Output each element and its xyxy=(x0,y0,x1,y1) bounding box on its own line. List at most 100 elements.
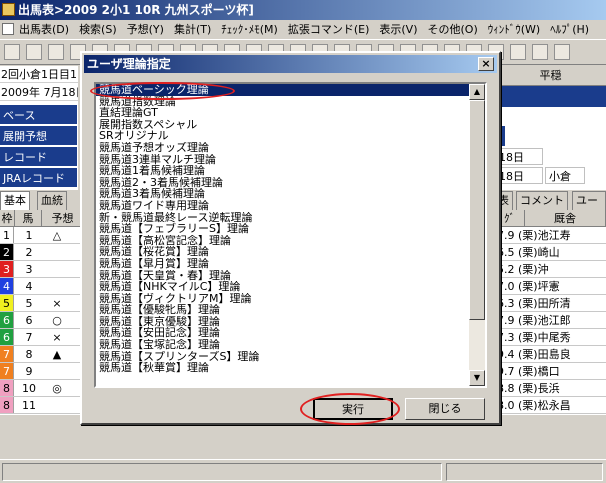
close-button[interactable]: 閉じる xyxy=(405,398,485,420)
yoso-cell[interactable]: ◎ xyxy=(44,380,70,397)
menu-bar: 出馬表(D) 検索(S) 予想(Y) 集計(T) ﾁｪｯｸ･ﾒﾓ(M) 拡張コマンド(E)… xyxy=(0,20,606,39)
waku-cell: 6 xyxy=(0,312,14,328)
yoso-cell[interactable]: ▲ xyxy=(44,346,70,363)
menu-item[interactable]: 出馬表(D) xyxy=(14,20,74,38)
table-row[interactable]: 5.2 (栗)沖 xyxy=(495,261,606,278)
list-item[interactable]: 競馬道【スプリンターズS】理論 xyxy=(96,351,469,363)
waku-cell: 8 xyxy=(0,397,14,413)
table-row[interactable]: 7.0 (栗)坪憲 xyxy=(495,278,606,295)
table-row[interactable]: 6 7 × xyxy=(0,329,84,346)
yoso-cell[interactable]: × xyxy=(44,329,70,346)
list-item[interactable]: 競馬道【天皇賞・春】理論 xyxy=(96,270,469,282)
base-button[interactable]: ベース xyxy=(0,104,78,125)
column-header-waku[interactable]: 枠 xyxy=(0,210,15,227)
list-item[interactable]: 競馬道予想オッズ理論 xyxy=(96,142,469,154)
yoso-cell[interactable]: × xyxy=(44,295,70,312)
table-row[interactable]: 6.3 (栗)田所清 xyxy=(495,295,606,312)
document-icon[interactable] xyxy=(2,23,14,35)
table-row[interactable]: 8.0 (栗)松永昌 xyxy=(495,397,606,414)
table-row[interactable]: 44 xyxy=(0,278,84,295)
vertical-scrollbar[interactable]: ▲ ▼ xyxy=(469,84,485,386)
list-item[interactable]: 競馬道【高松宮記念】理論 xyxy=(96,235,469,247)
scroll-down-icon[interactable]: ▼ xyxy=(469,370,485,386)
table-row[interactable]: 6 6 ○ xyxy=(0,312,84,329)
tab-comment[interactable]: コメント xyxy=(516,191,568,210)
list-item[interactable]: 競馬道2・3着馬候補理論 xyxy=(96,177,469,189)
menu-item[interactable]: ｳｨﾝﾄﾞｳ(W) xyxy=(483,20,545,38)
status-pane xyxy=(446,463,603,481)
list-item[interactable]: 競馬道【宝塚記念】理論 xyxy=(96,339,469,351)
toolbar-button-icon[interactable] xyxy=(554,44,570,60)
menu-item[interactable]: 表示(V) xyxy=(374,20,422,38)
toolbar-button-icon[interactable] xyxy=(4,44,20,60)
list-item[interactable]: 競馬道ワイド専用理論 xyxy=(96,200,469,212)
toolbar-button-icon[interactable] xyxy=(48,44,64,60)
toolbar-button-icon[interactable] xyxy=(532,44,548,60)
table-row[interactable]: 7.9 (栗)池江寿 xyxy=(495,227,606,244)
menu-item[interactable]: 検索(S) xyxy=(74,20,122,38)
table-row[interactable]: 7 8 ▲ xyxy=(0,346,84,363)
tab-user[interactable]: ユーザ xyxy=(572,191,606,210)
list-item[interactable]: 競馬道【桜花賞】理論 xyxy=(96,246,469,258)
record-button[interactable]: レコード xyxy=(0,146,78,167)
table-row[interactable]: 9.4 (栗)田島良 xyxy=(495,346,606,363)
table-row[interactable]: 9.7 (栗)橋口 xyxy=(495,363,606,380)
table-row[interactable]: 79 xyxy=(0,363,84,380)
column-header-uma[interactable]: 馬 xyxy=(15,210,42,227)
waku-cell: 2 xyxy=(0,244,14,260)
column-header-stable[interactable]: 厩舎 xyxy=(525,210,606,227)
table-row[interactable]: 22 xyxy=(0,244,84,261)
menu-item[interactable]: その他(O) xyxy=(423,20,483,38)
uma-cell: 6 xyxy=(25,314,33,327)
list-item[interactable]: 競馬道【秋華賞】理論 xyxy=(96,362,469,374)
menu-item[interactable]: ﾍﾙﾌﾟ(H) xyxy=(545,20,594,38)
list-item[interactable]: SRオリジナル xyxy=(96,130,469,142)
list-item[interactable]: 競馬道【皐月賞】理論 xyxy=(96,258,469,270)
table-row[interactable]: 33 xyxy=(0,261,84,278)
dialog-close-button[interactable]: × xyxy=(478,57,494,71)
table-row[interactable]: 8 11 xyxy=(0,397,84,414)
tab-basic[interactable]: 基本 xyxy=(0,191,30,210)
table-row[interactable]: 1 1 △ xyxy=(0,227,84,244)
menu-item[interactable]: 集計(T) xyxy=(169,20,216,38)
list-item[interactable]: 競馬道【フェブラリーS】理論 xyxy=(96,223,469,235)
table-row[interactable]: 7.3 (栗)中尾秀 xyxy=(495,329,606,346)
waku-cell: 7 xyxy=(0,363,14,379)
uma-cell: 2 xyxy=(25,246,33,259)
waku-cell: 8 xyxy=(0,380,14,396)
toolbar-button-icon[interactable] xyxy=(510,44,526,60)
table-row[interactable]: 5 5 × xyxy=(0,295,84,312)
list-item[interactable]: 競馬道3着馬候補理論 xyxy=(96,188,469,200)
scroll-up-icon[interactable]: ▲ xyxy=(469,84,485,100)
tab-pedigree[interactable]: 血統 xyxy=(37,191,67,210)
pace-prediction-button[interactable]: 展開予想 xyxy=(0,125,78,146)
uma-cell: 7 xyxy=(25,331,33,344)
menu-item[interactable]: 拡張コマンド(E) xyxy=(283,20,375,38)
list-item[interactable]: 競馬道【ヴィクトリアM】理論 xyxy=(96,293,469,305)
list-item[interactable]: 新・競馬道最終レース逆転理論 xyxy=(96,212,469,224)
list-item[interactable]: 競馬道【優駿牝馬】理論 xyxy=(96,304,469,316)
list-item[interactable]: 展開指数スペシャル xyxy=(96,119,469,131)
menu-item[interactable]: 予想(Y) xyxy=(122,20,169,38)
table-row[interactable]: 8.8 (栗)長浜 xyxy=(495,380,606,397)
toolbar-button-icon[interactable] xyxy=(26,44,42,60)
yoso-cell[interactable]: ○ xyxy=(44,312,70,329)
table-row[interactable]: 7.9 (栗)池江郎 xyxy=(495,312,606,329)
column-header-yoso[interactable]: 予想 xyxy=(42,210,84,227)
scroll-thumb[interactable] xyxy=(469,100,485,320)
dialog-title-bar: ユーザ理論指定 × xyxy=(84,55,497,73)
jra-record-button[interactable]: JRAレコード xyxy=(0,167,78,188)
list-item[interactable]: 競馬道【東京優駿】理論 xyxy=(96,316,469,328)
list-item[interactable]: 競馬道1着馬候補理論 xyxy=(96,165,469,177)
list-item[interactable]: 競馬道3連単マルチ理論 xyxy=(96,154,469,166)
table-row[interactable]: 8 10 ◎ xyxy=(0,380,84,397)
theory-listbox[interactable]: 競馬道ベーシック理論 競馬道指数理論 直結理論GT 展開指数スペシャル SRオリジナル競… xyxy=(94,82,487,388)
table-row[interactable]: 6.5 (栗)崎山 xyxy=(495,244,606,261)
list-item[interactable]: 競馬道【安田記念】理論 xyxy=(96,327,469,339)
list-item[interactable]: 競馬道【NHKマイルC】理論 xyxy=(96,281,469,293)
list-item[interactable]: 直結理論GT xyxy=(96,107,469,119)
menu-item[interactable]: ﾁｪｯｸ･ﾒﾓ(M) xyxy=(216,20,283,38)
yoso-cell[interactable]: △ xyxy=(44,227,70,244)
race-meeting-label: 2回小倉1日目1 xyxy=(0,68,78,83)
highlight-ellipse xyxy=(90,82,235,100)
